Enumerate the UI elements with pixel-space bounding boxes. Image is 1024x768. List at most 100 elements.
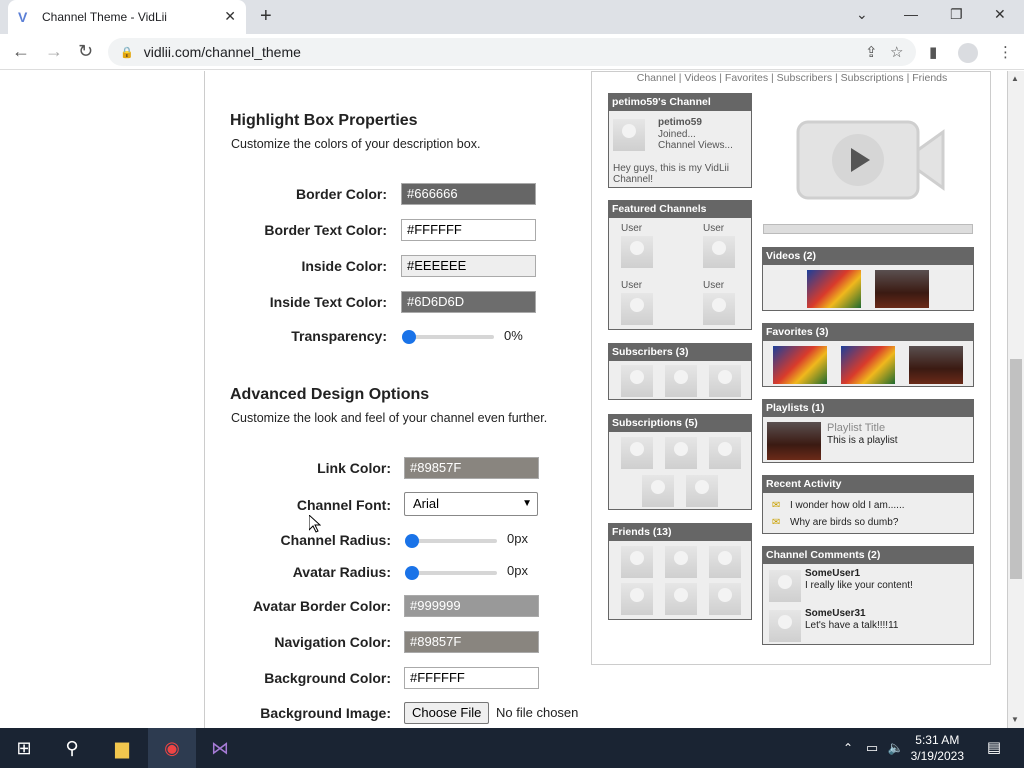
avatar-border-input[interactable]: #999999 (404, 595, 539, 617)
window-close-icon[interactable]: ✕ (994, 6, 1006, 23)
video-controls-bar[interactable] (763, 224, 973, 234)
avatar (665, 365, 697, 397)
scroll-thumb[interactable] (1010, 359, 1022, 579)
highlight-title: Highlight Box Properties (230, 112, 418, 129)
system-clock[interactable]: 5:31 AM 3/19/2023 (911, 732, 964, 764)
comments-title: Channel Comments (2) (763, 547, 973, 564)
browser-tab[interactable]: V Channel Theme - VidLii ✕ (8, 0, 246, 34)
choose-file-button[interactable]: Choose File (404, 702, 490, 724)
avatar (621, 546, 653, 578)
back-arrow-icon[interactable]: ← (12, 41, 30, 62)
bookmark-star-icon[interactable]: ☆ (890, 43, 903, 61)
bulletin-icon: ✉ (772, 517, 781, 528)
transparency-label: Transparency: (291, 328, 387, 344)
avatar (613, 119, 645, 151)
avatar (709, 365, 741, 397)
maximize-icon[interactable]: ❐ (950, 6, 963, 23)
link-color-label: Link Color: (317, 460, 391, 476)
scroll-up-icon[interactable]: ▲ (1011, 74, 1019, 83)
inside-text-color-label: Inside Text Color: (269, 294, 387, 310)
playlist-thumbnail[interactable] (767, 422, 821, 460)
side-panel-icon[interactable]: ▮ (929, 43, 937, 61)
border-text-color-input[interactable]: #FFFFFF (401, 219, 536, 241)
video-thumbnail[interactable] (807, 270, 861, 308)
avatar (642, 475, 674, 507)
recent-activity-title: Recent Activity (763, 476, 973, 493)
inside-text-color-input[interactable]: #6D6D6D (401, 291, 536, 313)
profile-avatar-icon[interactable] (958, 43, 978, 63)
video-thumbnail[interactable] (875, 270, 929, 308)
scroll-down-icon[interactable]: ▼ (1011, 715, 1019, 724)
avatar (709, 437, 741, 469)
background-color-input[interactable]: #FFFFFF (404, 667, 539, 689)
border-color-label: Border Color: (296, 186, 387, 202)
browser-tab-bar: V Channel Theme - VidLii ✕ + ⌄ — ❐ ✕ (0, 0, 1024, 34)
slider-thumb[interactable] (402, 330, 416, 344)
subscribers-title: Subscribers (3) (609, 344, 751, 361)
vidlii-favicon-icon: V (18, 9, 28, 25)
inside-color-input[interactable]: #EEEEEE (401, 255, 536, 277)
chevron-up-icon[interactable]: ⌃ (836, 736, 860, 760)
notification-icon[interactable]: ▤ (982, 736, 1006, 760)
profile-box: petimo59's Channel petimo59 Joined... Ch… (608, 93, 752, 188)
avatar (665, 583, 697, 615)
avatar (621, 293, 653, 325)
video-thumbnail[interactable] (909, 346, 963, 384)
comment-user[interactable]: SomeUser1 (805, 568, 860, 579)
channel-radius-value: 0px (507, 531, 528, 546)
border-color-input[interactable]: #666666 (401, 183, 536, 205)
channel-radius-slider[interactable] (405, 534, 497, 548)
mouse-cursor-icon (309, 515, 321, 533)
url-text: vidlii.com/channel_theme (143, 44, 301, 60)
favorites-box: Favorites (3) (762, 323, 974, 387)
forward-arrow-icon[interactable]: → (45, 41, 63, 62)
close-tab-icon[interactable]: ✕ (224, 8, 236, 25)
file-explorer-icon[interactable]: ▆ (110, 736, 134, 760)
border-text-color-label: Border Text Color: (264, 222, 387, 238)
channel-font-select[interactable]: Arial ▼ (404, 492, 538, 516)
advanced-title: Advanced Design Options (230, 386, 430, 403)
tab-title: Channel Theme - VidLii (42, 10, 167, 24)
address-toolbar: ← → ↻ 🔒 vidlii.com/channel_theme ⇪ ☆ ▮ ⋮ (0, 34, 1024, 70)
network-icon[interactable]: ▭ (860, 736, 884, 760)
share-icon[interactable]: ⇪ (865, 43, 878, 61)
avatar (621, 236, 653, 268)
slider-thumb[interactable] (405, 566, 419, 580)
font-selected: Arial (413, 496, 440, 511)
url-bar[interactable]: 🔒 vidlii.com/channel_theme (108, 38, 916, 66)
transparency-slider[interactable] (402, 330, 494, 344)
video-thumbnail[interactable] (773, 346, 827, 384)
page-scrollbar[interactable]: ▲ ▼ (1008, 71, 1024, 728)
visual-studio-icon[interactable]: ⋈ (208, 736, 232, 760)
comment-user[interactable]: SomeUser31 (805, 608, 866, 619)
avatar-radius-value: 0px (507, 563, 528, 578)
search-icon[interactable]: ⚲ (60, 736, 84, 760)
avatar-radius-slider[interactable] (405, 566, 497, 580)
comment-text: I really like your content! (805, 580, 913, 591)
minimize-icon[interactable]: — (904, 6, 918, 22)
subscribers-box: Subscribers (3) (608, 343, 752, 400)
new-tab-icon[interactable]: + (260, 5, 272, 28)
avatar (769, 610, 801, 642)
link-color-input[interactable]: #89857F (404, 457, 539, 479)
windows-start-icon[interactable]: ⊞ (12, 736, 36, 760)
navigation-color-input[interactable]: #89857F (404, 631, 539, 653)
videos-title: Videos (2) (763, 248, 973, 265)
tab-search-icon[interactable]: ⌄ (856, 6, 868, 23)
playlist-name[interactable]: Playlist Title (827, 422, 885, 434)
video-thumbnail[interactable] (841, 346, 895, 384)
chrome-icon[interactable]: ◉ (148, 728, 196, 768)
subscriptions-title: Subscriptions (5) (609, 415, 751, 432)
kebab-menu-icon[interactable]: ⋮ (998, 43, 1013, 61)
avatar (621, 583, 653, 615)
slider-thumb[interactable] (405, 534, 419, 548)
featured-user: User (703, 280, 725, 291)
channel-font-label: Channel Font: (296, 497, 391, 513)
volume-icon[interactable]: 🔈 (884, 736, 908, 760)
avatar (621, 437, 653, 469)
reload-icon[interactable]: ↻ (78, 41, 93, 62)
featured-user: User (621, 223, 643, 234)
video-player[interactable] (795, 120, 945, 200)
friends-box: Friends (13) (608, 523, 752, 620)
avatar (686, 475, 718, 507)
